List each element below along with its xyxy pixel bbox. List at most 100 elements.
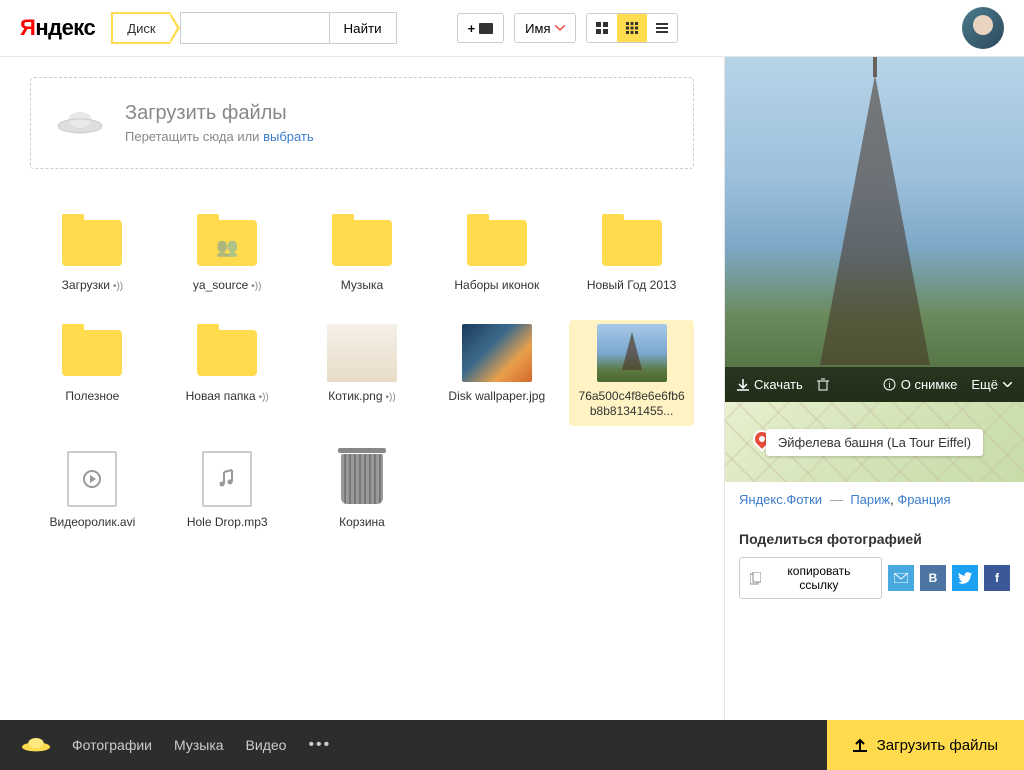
upload-icon [853, 738, 867, 752]
twitter-icon [958, 572, 972, 584]
image-thumbnail [597, 326, 667, 381]
dropzone-title: Загрузить файлы [125, 102, 314, 125]
download-label: Скачать [754, 377, 803, 392]
file-name: Новый Год 2013 [587, 278, 677, 294]
share-row: копировать ссылку В f [739, 557, 1010, 599]
preview-actions: Скачать i О снимке Ещё [725, 367, 1024, 402]
choose-files-link[interactable]: выбрать [263, 129, 314, 144]
folder-icon [327, 215, 397, 270]
breadcrumb-country[interactable]: Франция [897, 492, 950, 507]
file-name: ya_source•)) [193, 278, 262, 294]
file-item[interactable]: Disk wallpaper.jpg [434, 320, 559, 426]
footer-upload-button[interactable]: Загрузить файлы [827, 720, 1024, 770]
mail-icon [894, 573, 908, 583]
file-item[interactable]: Видеоролик.avi [30, 446, 155, 537]
share-mail-button[interactable] [888, 565, 914, 591]
share-badge-icon: •)) [251, 281, 261, 292]
search-button[interactable]: Найти [330, 12, 397, 44]
footer-upload-label: Загрузить файлы [877, 737, 998, 754]
footer-more-button[interactable]: ••• [308, 736, 331, 754]
file-item[interactable]: Наборы иконок [434, 209, 559, 300]
file-name: Полезное [65, 389, 119, 405]
about-label: О снимке [901, 377, 958, 392]
download-icon [737, 379, 749, 391]
file-item[interactable]: Полезное [30, 320, 155, 426]
folder-icon [192, 326, 262, 381]
share-vk-button[interactable]: В [920, 565, 946, 591]
sort-button[interactable]: Имя [514, 13, 575, 43]
ufo-icon [55, 108, 105, 138]
file-name: Наборы иконок [454, 278, 539, 294]
file-item[interactable]: Корзина [300, 446, 425, 537]
footer: Фотографии Музыка Видео ••• Загрузить фа… [0, 720, 1024, 770]
file-item[interactable]: 76a500c4f8e6e6fb6b8b81341455... [569, 320, 694, 426]
copy-icon [750, 572, 761, 585]
share-facebook-button[interactable]: f [984, 565, 1010, 591]
more-label: Ещё [971, 377, 998, 392]
share-section: Поделиться фотографией копировать ссылку… [725, 517, 1024, 613]
file-item[interactable]: Загрузки•)) [30, 209, 155, 300]
file-item[interactable]: Новая папка•)) [165, 320, 290, 426]
about-button[interactable]: i О снимке [883, 377, 958, 392]
new-folder-button[interactable]: + [457, 13, 505, 43]
breadcrumb-city[interactable]: Париж [850, 492, 890, 507]
trash-icon [327, 452, 397, 507]
file-item[interactable]: Hole Drop.mp3 [165, 446, 290, 537]
file-item[interactable]: Новый Год 2013 [569, 209, 694, 300]
file-name: Disk wallpaper.jpg [448, 389, 545, 405]
dropzone-prefix: Перетащить сюда или [125, 129, 263, 144]
large-tiles-icon [596, 22, 608, 34]
upload-dropzone[interactable]: Загрузить файлы Перетащить сюда или выбр… [30, 77, 694, 169]
user-avatar[interactable] [962, 7, 1004, 49]
footer-video-link[interactable]: Видео [246, 737, 287, 753]
file-name: Загрузки•)) [62, 278, 123, 294]
file-name: Новая папка•)) [186, 389, 269, 405]
toolbar: + Имя [457, 13, 678, 43]
breadcrumb-service[interactable]: Яндекс.Фотки [739, 492, 822, 507]
file-name: 76a500c4f8e6e6fb6b8b81341455... [577, 389, 687, 420]
file-name: Корзина [339, 515, 385, 531]
search-input[interactable] [180, 12, 330, 44]
view-list-button[interactable] [647, 14, 677, 42]
preview-image[interactable]: Скачать i О снимке Ещё [725, 57, 1024, 402]
file-name: Видеоролик.avi [50, 515, 136, 531]
more-button[interactable]: Ещё [971, 377, 1012, 392]
dropzone-text: Загрузить файлы Перетащить сюда или выбр… [125, 102, 314, 144]
share-badge-icon: •)) [259, 392, 269, 403]
view-large-tiles-button[interactable] [587, 14, 617, 42]
main: Загрузить файлы Перетащить сюда или выбр… [0, 57, 1024, 720]
file-item[interactable]: ya_source•)) [165, 209, 290, 300]
svg-text:i: i [888, 380, 890, 390]
photo-breadcrumb: Яндекс.Фотки — Париж, Франция [725, 482, 1024, 517]
copy-link-label: копировать ссылку [767, 564, 871, 592]
header: Яндекс Диск Найти + Имя [0, 0, 1024, 57]
video-file-icon [57, 452, 127, 507]
file-name: Музыка [341, 278, 383, 294]
share-twitter-button[interactable] [952, 565, 978, 591]
trash-icon [817, 378, 829, 391]
audio-file-icon [192, 452, 262, 507]
file-grid: Загрузки•)) ya_source•)) Музыка Наборы икон… [30, 209, 694, 536]
download-button[interactable]: Скачать [737, 377, 803, 392]
yandex-logo[interactable]: Яндекс [20, 15, 95, 41]
share-badge-icon: •)) [113, 281, 123, 292]
folder-icon [57, 215, 127, 270]
file-name: Котик.png•)) [328, 389, 395, 405]
footer-links: Фотографии Музыка Видео ••• [72, 736, 331, 754]
search-group: Диск Найти [111, 12, 396, 44]
service-tag[interactable]: Диск [111, 12, 169, 44]
view-switch [586, 13, 678, 43]
folder-icon [597, 215, 667, 270]
share-title: Поделиться фотографией [739, 531, 1010, 547]
folder-icon [192, 215, 262, 270]
file-item[interactable]: Котик.png•)) [300, 320, 425, 426]
folder-icon [462, 215, 532, 270]
file-item[interactable]: Музыка [300, 209, 425, 300]
view-small-tiles-button[interactable] [617, 14, 647, 42]
copy-link-button[interactable]: копировать ссылку [739, 557, 882, 599]
folder-icon [57, 326, 127, 381]
delete-button[interactable] [817, 378, 829, 391]
footer-music-link[interactable]: Музыка [174, 737, 224, 753]
map-preview[interactable]: Эйфелева башня (La Tour Eiffel) [725, 402, 1024, 482]
footer-photos-link[interactable]: Фотографии [72, 737, 152, 753]
